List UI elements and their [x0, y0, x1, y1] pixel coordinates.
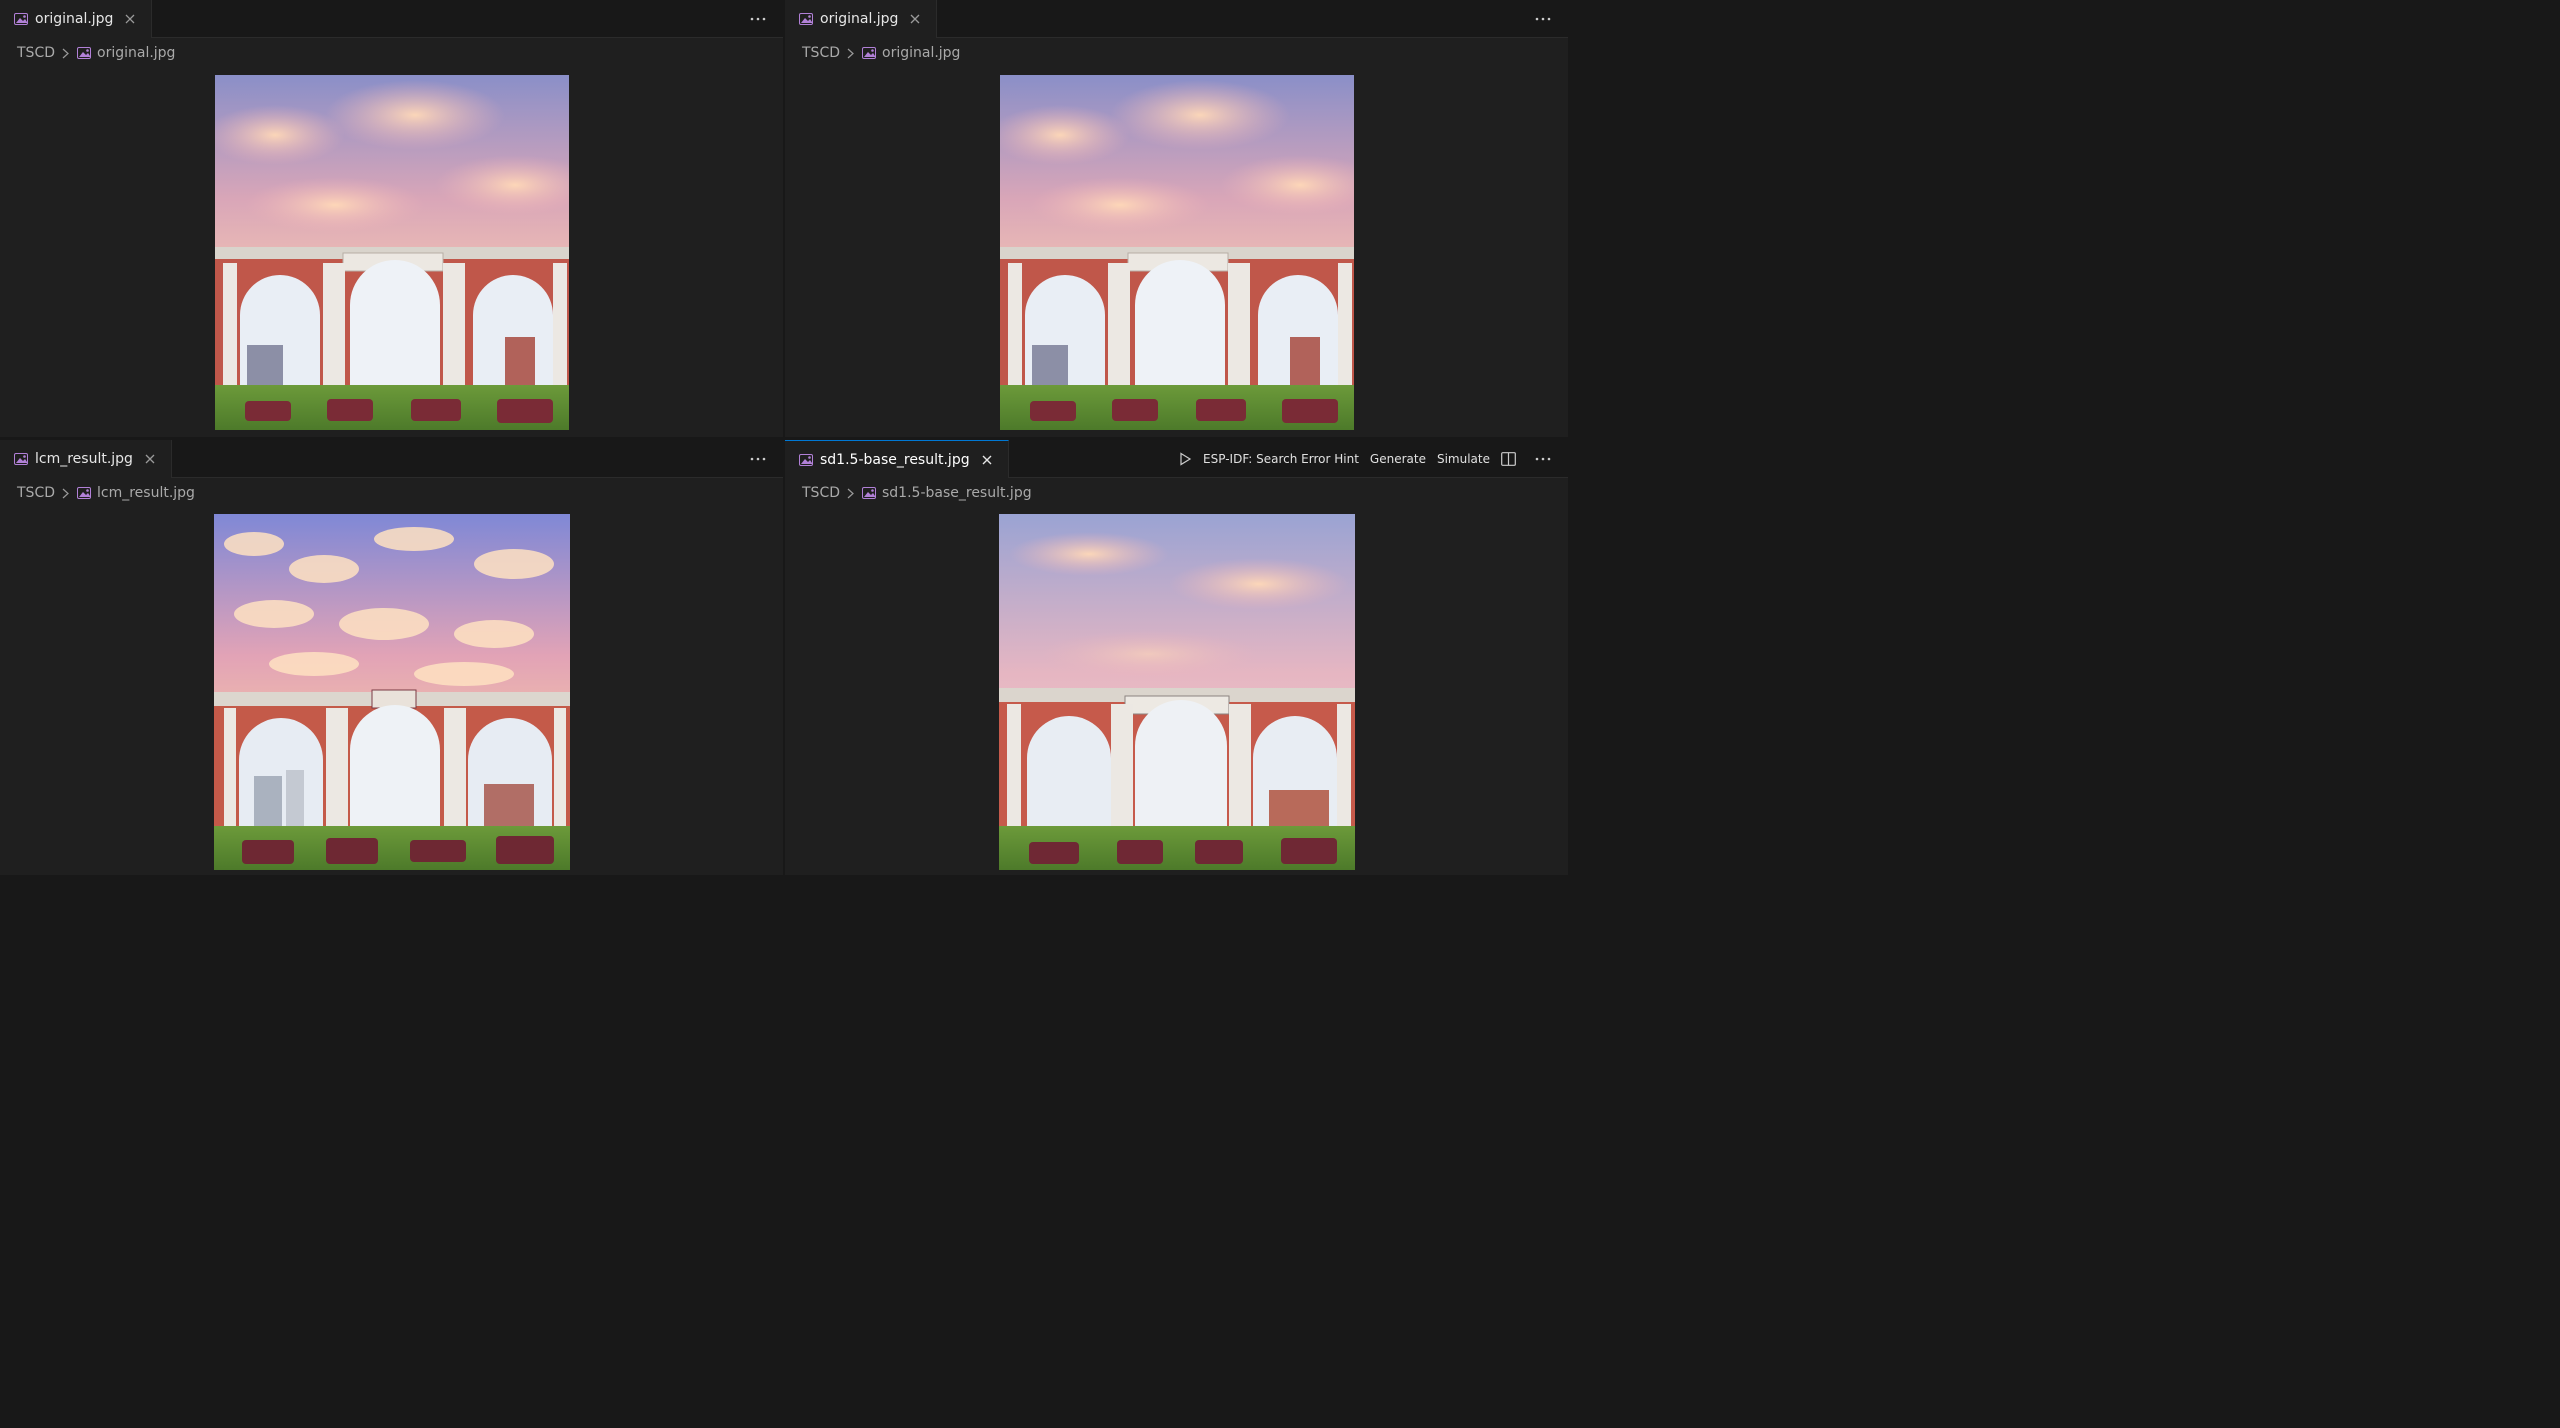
image-file-icon — [77, 47, 91, 59]
image-preview — [215, 75, 569, 430]
editor-group-top-left: original.jpg TSCD original.jpg — [0, 0, 783, 437]
tab-bar: original.jpg — [0, 0, 783, 38]
image-file-icon — [799, 13, 813, 25]
more-actions-icon[interactable] — [749, 10, 767, 28]
image-preview — [214, 514, 570, 870]
breadcrumb: TSCD original.jpg — [802, 42, 960, 64]
close-icon[interactable] — [123, 12, 137, 26]
generate-button[interactable]: Generate — [1370, 452, 1426, 466]
image-file-icon — [14, 453, 28, 465]
image-preview — [999, 514, 1355, 870]
breadcrumb-folder[interactable]: TSCD — [802, 45, 840, 61]
tab-bar: original.jpg — [785, 0, 1568, 38]
image-file-icon — [14, 13, 28, 25]
image-preview — [1000, 75, 1354, 430]
editor-group-top-right: original.jpg TSCD original.jpg — [785, 0, 1568, 437]
breadcrumb-folder[interactable]: TSCD — [17, 485, 55, 501]
image-file-icon — [862, 487, 876, 499]
editor-group-bottom-right: sd1.5-base_result.jpg ESP-IDF: Search Er… — [785, 440, 1568, 875]
simulate-button[interactable]: Simulate — [1437, 452, 1490, 466]
tab-original[interactable]: original.jpg — [0, 0, 153, 38]
tab-label: original.jpg — [820, 11, 899, 27]
breadcrumb-file[interactable]: lcm_result.jpg — [97, 485, 195, 501]
tab-bar: sd1.5-base_result.jpg ESP-IDF: Search Er… — [785, 440, 1568, 478]
tab-bar: lcm_result.jpg — [0, 440, 783, 478]
image-file-icon — [799, 453, 813, 466]
more-actions-icon[interactable] — [749, 450, 767, 468]
breadcrumb: TSCD lcm_result.jpg — [17, 482, 195, 504]
esp-idf-search-error-hint-button[interactable]: ESP-IDF: Search Error Hint — [1203, 452, 1359, 466]
tab-sd15-base-result[interactable]: sd1.5-base_result.jpg — [785, 440, 1009, 478]
chevron-right-icon — [847, 48, 854, 59]
breadcrumb-file[interactable]: original.jpg — [97, 45, 175, 61]
breadcrumb-folder[interactable]: TSCD — [802, 485, 840, 501]
editor-actions: ESP-IDF: Search Error Hint Generate Simu… — [1178, 440, 1516, 478]
more-actions-icon[interactable] — [1534, 450, 1552, 468]
close-icon[interactable] — [980, 453, 994, 467]
chevron-right-icon — [62, 48, 69, 59]
breadcrumb: TSCD original.jpg — [17, 42, 175, 64]
tab-label: lcm_result.jpg — [35, 451, 133, 467]
image-file-icon — [862, 47, 876, 59]
breadcrumb-file[interactable]: sd1.5-base_result.jpg — [882, 485, 1032, 501]
close-icon[interactable] — [143, 452, 157, 466]
close-icon[interactable] — [908, 12, 922, 26]
breadcrumb-folder[interactable]: TSCD — [17, 45, 55, 61]
tab-label: original.jpg — [35, 11, 114, 27]
tab-original[interactable]: original.jpg — [785, 0, 938, 38]
chevron-right-icon — [847, 488, 854, 499]
chevron-right-icon — [62, 488, 69, 499]
tab-lcm-result[interactable]: lcm_result.jpg — [0, 440, 172, 478]
image-file-icon — [77, 487, 91, 499]
breadcrumb-file[interactable]: original.jpg — [882, 45, 960, 61]
play-icon[interactable] — [1178, 452, 1192, 466]
breadcrumb: TSCD sd1.5-base_result.jpg — [802, 482, 1032, 504]
split-editor-icon[interactable] — [1501, 452, 1516, 466]
editor-group-bottom-left: lcm_result.jpg TSCD lcm_result.jpg — [0, 440, 783, 875]
more-actions-icon[interactable] — [1534, 10, 1552, 28]
tab-label: sd1.5-base_result.jpg — [820, 451, 970, 468]
